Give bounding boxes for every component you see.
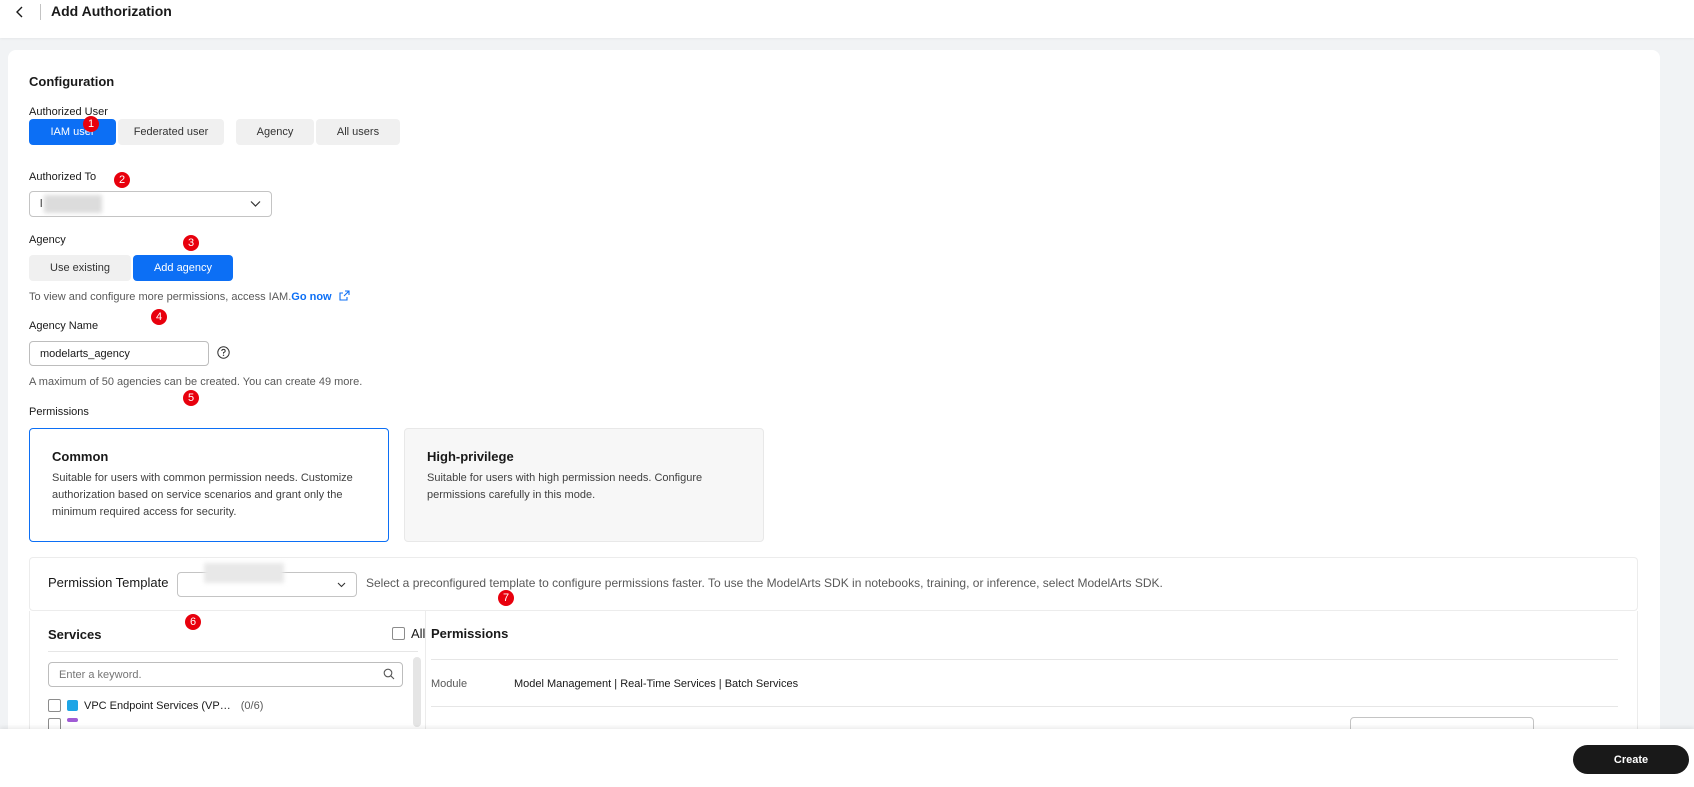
agency-name-label: Agency Name bbox=[29, 320, 99, 332]
permission-template-select[interactable] bbox=[177, 563, 357, 597]
permission-template-desc: Select a preconfigured template to confi… bbox=[366, 576, 1163, 590]
permission-card-title: High-privilege bbox=[427, 449, 514, 464]
agency-name-input[interactable] bbox=[29, 341, 209, 366]
authorized-user-option-all-users[interactable]: All users bbox=[316, 119, 400, 145]
module-label: Module bbox=[431, 678, 468, 690]
top-bar: Add Authorization bbox=[0, 0, 1694, 38]
module-value: Model Management | Real-Time Services | … bbox=[514, 678, 799, 690]
step-marker: 3 bbox=[183, 235, 199, 251]
permission-card-high-privilege[interactable]: High-privilege Suitable for users with h… bbox=[404, 428, 764, 542]
step-marker: 4 bbox=[151, 309, 167, 325]
external-link-icon[interactable] bbox=[339, 290, 350, 301]
step-marker: 5 bbox=[183, 390, 199, 406]
service-checkbox[interactable] bbox=[48, 699, 61, 712]
agency-quota-hint: A maximum of 50 agencies can be created.… bbox=[29, 376, 363, 388]
go-now-link[interactable]: Go now bbox=[291, 291, 331, 303]
back-arrow-icon[interactable] bbox=[10, 2, 30, 22]
search-icon[interactable] bbox=[383, 668, 395, 680]
authorized-to-value: l bbox=[40, 198, 43, 210]
authorized-user-option-agency[interactable]: Agency bbox=[236, 119, 314, 145]
redacted-value bbox=[44, 195, 102, 213]
help-icon[interactable] bbox=[217, 346, 230, 359]
chevron-down-icon bbox=[337, 582, 346, 587]
authorized-user-option-federated-user[interactable]: Federated user bbox=[118, 119, 224, 145]
vpc-endpoint-service-icon bbox=[67, 700, 78, 711]
service-item[interactable]: VPC Endpoint Services (VP… (0/6) bbox=[48, 699, 263, 712]
service-name: VPC Endpoint Services (VP… bbox=[84, 699, 231, 712]
agency-option-add-agency[interactable]: Add agency bbox=[133, 255, 233, 281]
services-title: Services bbox=[48, 627, 102, 642]
select-all-label: All bbox=[411, 626, 426, 641]
chevron-down-icon bbox=[250, 201, 261, 207]
permissions-label: Permissions bbox=[29, 406, 89, 418]
permission-template-row: Permission Template Select a preconfigur… bbox=[29, 557, 1638, 611]
configuration-title: Configuration bbox=[29, 74, 115, 89]
permission-card-desc: Suitable for users with high permission … bbox=[427, 472, 703, 501]
redacted-value bbox=[204, 563, 284, 583]
authorized-to-select[interactable]: l bbox=[29, 191, 272, 217]
create-button[interactable]: Create bbox=[1573, 745, 1689, 774]
header-divider bbox=[40, 4, 41, 20]
step-marker: 1 bbox=[83, 116, 99, 132]
permission-card-common[interactable]: Common Suitable for users with common pe… bbox=[29, 428, 389, 542]
permission-template-label: Permission Template bbox=[48, 575, 169, 590]
authorized-user-option-iam-user[interactable]: IAM user bbox=[29, 119, 116, 145]
service-icon bbox=[67, 718, 78, 722]
iam-hint: To view and configure more permissions, … bbox=[29, 290, 350, 303]
permissions-divider bbox=[431, 706, 1618, 707]
iam-hint-text: To view and configure more permissions, … bbox=[29, 291, 292, 303]
permissions-divider bbox=[431, 659, 1618, 660]
services-scrollbar[interactable] bbox=[413, 657, 421, 727]
configuration-card: Configuration Authorized User IAM user F… bbox=[8, 50, 1660, 751]
services-search bbox=[48, 662, 403, 687]
footer-bar: Create bbox=[0, 729, 1694, 787]
agency-label: Agency bbox=[29, 234, 66, 246]
page-title: Add Authorization bbox=[51, 3, 172, 19]
select-all-checkbox[interactable] bbox=[392, 627, 405, 640]
step-marker: 7 bbox=[498, 590, 514, 606]
services-search-input[interactable] bbox=[48, 662, 403, 687]
select-all-services[interactable]: All bbox=[392, 626, 425, 641]
authorized-to-label: Authorized To bbox=[29, 171, 97, 183]
permissions-panel-title: Permissions bbox=[431, 626, 509, 641]
authorized-user-label: Authorized User bbox=[29, 106, 108, 118]
permission-card-desc: Suitable for users with common permissio… bbox=[52, 472, 353, 518]
agency-option-use-existing[interactable]: Use existing bbox=[29, 255, 131, 281]
services-divider bbox=[48, 651, 418, 652]
service-count: (0/6) bbox=[240, 699, 264, 712]
permission-card-title: Common bbox=[52, 449, 109, 464]
step-marker: 6 bbox=[185, 614, 201, 630]
step-marker: 2 bbox=[114, 172, 130, 188]
